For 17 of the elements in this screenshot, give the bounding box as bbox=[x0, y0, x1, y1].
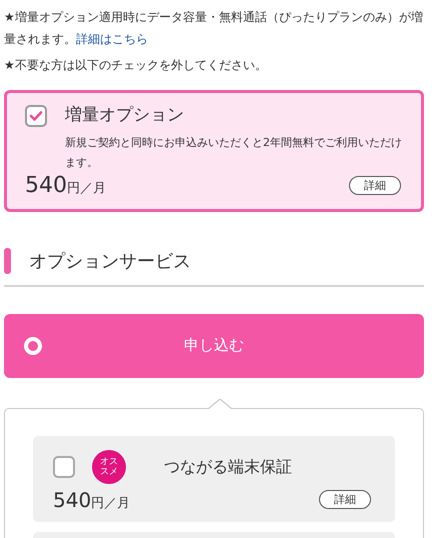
price: 540円／月 bbox=[53, 490, 130, 510]
note-text: ★不要な方は以下のチェックを外してください。 bbox=[4, 57, 268, 74]
option-title: 増量オプション bbox=[65, 104, 184, 127]
detail-button[interactable]: 詳細 bbox=[319, 490, 371, 509]
option-title: つながる端末保証 bbox=[164, 456, 292, 478]
detail-button[interactable]: 詳細 bbox=[349, 176, 401, 195]
checkbox[interactable] bbox=[25, 104, 47, 127]
note-text: ★増量オプション適用時にデータ容量・無料通話（ぴったりプランのみ）が増量されます。詳細はこちら bbox=[4, 9, 424, 48]
details-link[interactable]: 詳細はこちら bbox=[76, 32, 148, 46]
badge-text: オススメ bbox=[100, 456, 118, 476]
ring-icon bbox=[24, 336, 42, 354]
price: 540円／月 bbox=[25, 174, 106, 196]
option-description: 新規ご契約と同時にお申込みいただくと2年間無料でご利用いただけます。 bbox=[65, 134, 403, 170]
checkbox[interactable] bbox=[53, 456, 75, 478]
section-title: オプションサービス bbox=[29, 250, 191, 274]
section-marker bbox=[4, 248, 11, 274]
checkmark-icon bbox=[29, 110, 43, 122]
